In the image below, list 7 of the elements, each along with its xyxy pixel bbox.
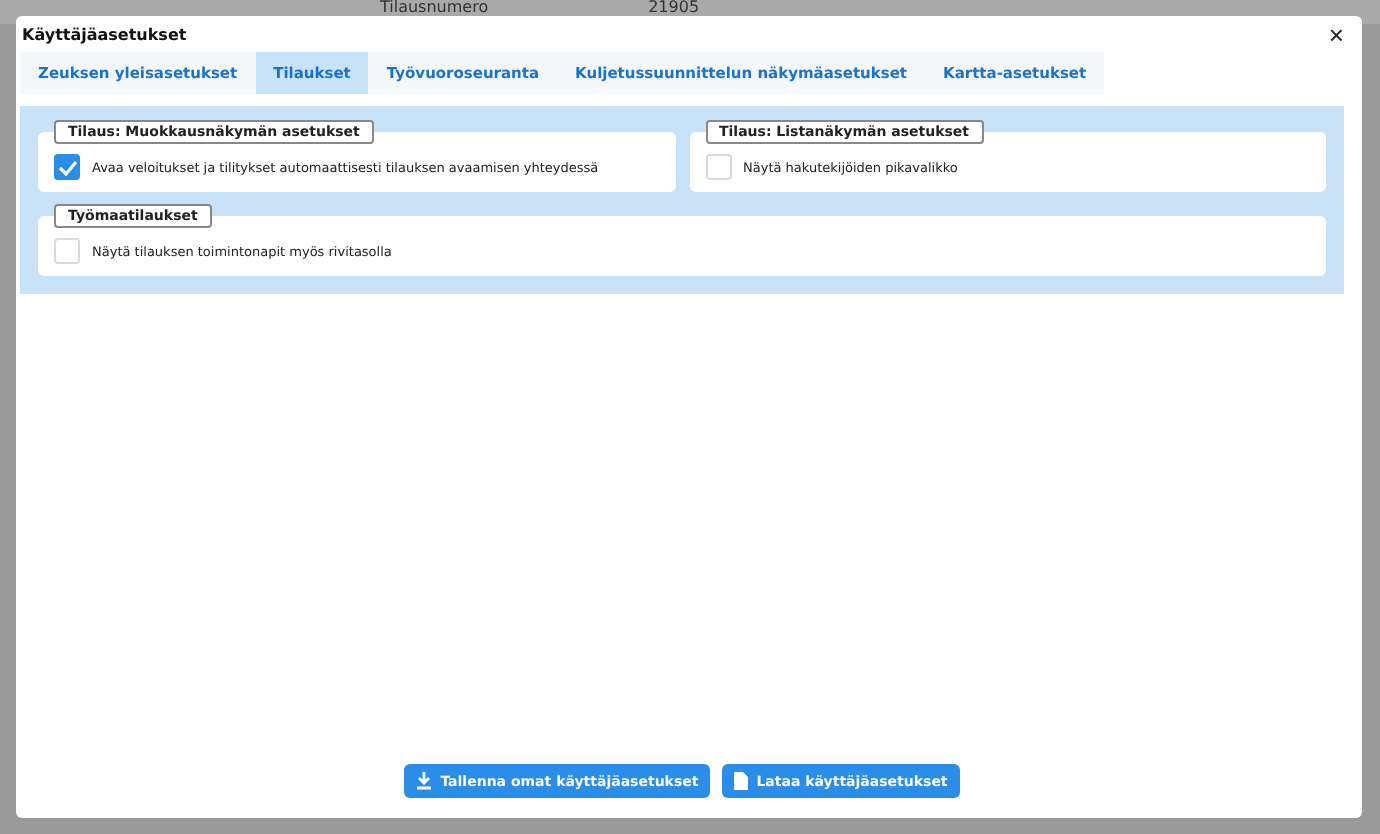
checkbox[interactable] <box>54 154 80 180</box>
background-value: 21905 <box>648 0 700 20</box>
download-icon <box>416 772 433 790</box>
close-button[interactable]: × <box>1328 21 1344 47</box>
dialog-title: Käyttäjäasetukset <box>22 25 187 43</box>
file-icon <box>734 772 749 790</box>
background-label: Tilausnumero <box>380 0 489 20</box>
